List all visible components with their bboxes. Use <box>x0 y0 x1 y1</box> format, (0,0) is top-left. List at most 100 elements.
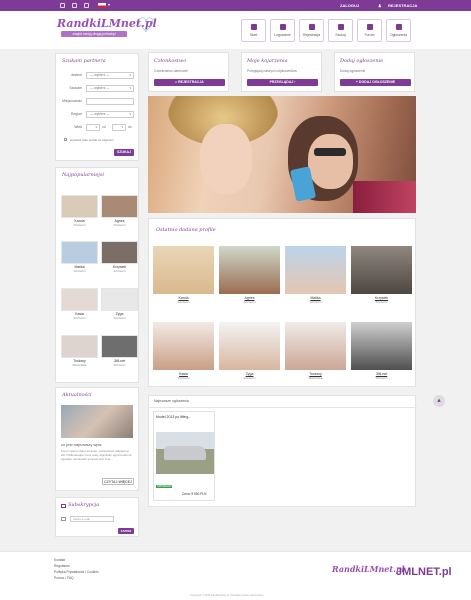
age-to-select[interactable]: ▾ <box>112 124 126 131</box>
striped-shirt <box>353 181 416 213</box>
news-image <box>61 405 133 438</box>
browse-button[interactable]: PRZEGLĄDAJ › <box>247 79 318 86</box>
twitter-icon[interactable] <box>72 3 77 8</box>
footer-link-privacy[interactable]: Polityka Prywatności i Cookies <box>54 570 99 574</box>
form-row-region: Region — wybierz — ▾ <box>62 111 134 118</box>
popular-person[interactable]: Agnes Szczecin <box>101 195 138 227</box>
newsletter-email-input[interactable]: Adres e-mail <box>70 516 114 522</box>
footer-logo[interactable]: RandkiLMnet.pl <box>332 564 405 574</box>
footer: Kontakt Regulamin Polityka Prywatności i… <box>0 551 471 600</box>
back-to-top-button[interactable]: ▴ <box>433 395 445 407</box>
popular-person[interactable]: Zyga Szczecin <box>101 288 138 320</box>
profile-card[interactable]: Zyga Szczecin <box>219 322 280 380</box>
home-icon <box>250 24 257 30</box>
matches-box: Moje kojarzenia Przeglądaj naszych użytk… <box>241 52 322 92</box>
chevron-up-icon: ▴ <box>437 397 441 404</box>
ad-card[interactable]: Model 2013 po lifting... SPRZEDAM Cena: … <box>153 411 215 501</box>
profile-photo <box>153 322 214 370</box>
person-photo <box>101 195 138 218</box>
recent-profiles-title: Ostatnio dodane profile <box>156 227 216 233</box>
person-photo <box>61 241 98 264</box>
chevron-down-icon: ▾ <box>129 73 131 77</box>
person-photo <box>61 335 98 358</box>
matches-desc: Przeglądaj naszych użytkowników <box>247 69 297 73</box>
instagram-icon[interactable] <box>84 3 89 8</box>
footer-link-kontakt[interactable]: Kontakt <box>54 558 65 562</box>
top-login-icon: ♟ <box>378 3 382 8</box>
profile-photo <box>285 246 346 294</box>
ad-title[interactable]: Model 2013 po lifting... <box>156 415 191 419</box>
nav-forum[interactable]: Forum <box>357 19 382 42</box>
envelope-icon <box>61 517 66 521</box>
region-select[interactable]: — wybierz — ▾ <box>86 111 134 118</box>
add-ad-button[interactable]: + DODAJ OGŁOSZENIE <box>340 79 411 86</box>
profile-photo <box>351 246 412 294</box>
jestem-select[interactable]: — wybierz — ▾ <box>86 72 134 79</box>
recent-profiles-panel: Ostatnio dodane profile Karola Szczecin A… <box>148 218 416 387</box>
szukam-select[interactable]: — wybierz — ▾ <box>86 85 134 92</box>
profile-card[interactable]: Kasia Szczecin <box>153 322 214 380</box>
popular-person[interactable]: Kasia Szczecin <box>61 288 98 320</box>
search-submit-button[interactable]: SZUKAJ <box>114 149 134 156</box>
divider <box>149 407 417 408</box>
add-ad-box: Dodaj ogłoszenie Dodaj ogłoszenie + DODA… <box>334 52 415 92</box>
ad-photo <box>156 432 214 474</box>
search-panel: Szukam partnera Jestem — wybierz — ▾ Szuk… <box>55 53 139 161</box>
news-body: Lorem ipsum dolor sit amet, consectetur … <box>61 449 132 461</box>
nav-szukaj[interactable]: Szukaj <box>328 19 353 42</box>
person-photo <box>101 288 138 311</box>
newsletter-panel: Subskrypcja Adres e-mail ZAPISZ <box>55 497 139 537</box>
site-logo[interactable]: RandkiLMnet.pl znajdź swoją drugą połówk… <box>57 16 157 43</box>
nav-ogloszenia[interactable]: Ogłoszenia <box>386 19 411 42</box>
chevron-down-icon: ▾ <box>129 112 131 116</box>
miejscowosc-input[interactable] <box>86 98 134 105</box>
profile-card[interactable]: Agnes Szczecin <box>219 246 280 304</box>
profile-card[interactable]: Karola Szczecin <box>153 246 214 304</box>
footer-link-regulamin[interactable]: Regulamin <box>54 564 70 568</box>
popular-person[interactable]: Krzysiek Szczecin <box>101 241 138 273</box>
news-panel-title: Aktualności <box>62 392 92 398</box>
register-button[interactable]: ⌕ REJESTRACJA <box>154 79 225 86</box>
age-from-select[interactable]: ▾ <box>86 124 100 131</box>
profile-card[interactable]: Tosiowy Warszawa <box>285 322 346 380</box>
profile-card[interactable]: Krzysiek Szczecin <box>351 246 412 304</box>
profile-card[interactable]: Malika Szczecin <box>285 246 346 304</box>
popular-person[interactable]: Tosiowy Warszawa <box>61 335 98 367</box>
ad-badge: SPRZEDAM <box>156 485 173 488</box>
facebook-icon[interactable] <box>60 3 65 8</box>
profile-photo <box>219 246 280 294</box>
woman-face <box>308 134 353 189</box>
logo-tagline: znajdź swoją drugą połówkę! <box>61 31 127 37</box>
popular-person[interactable]: Karola Szczecin <box>61 195 98 227</box>
nav-start[interactable]: Start <box>241 19 266 42</box>
popular-person[interactable]: Malika Szczecin <box>61 241 98 273</box>
news-panel: Aktualności co jest najnowszy wpis Lorem… <box>55 387 139 491</box>
popular-panel: Najpopularniejsi Karola Szczecin Agnes Szc… <box>55 167 139 383</box>
photo-only-checkbox[interactable] <box>64 138 67 141</box>
top-login-link[interactable]: ZALOGUJ <box>340 3 359 8</box>
polish-flag-icon[interactable] <box>98 3 106 8</box>
top-bar: ▾ ZALOGUJ ♟ REJESTRACJA <box>0 0 471 11</box>
user-icon <box>279 24 286 30</box>
chevron-down-icon: ▾ <box>129 86 131 90</box>
read-more-button[interactable]: CZYTAJ WIĘCEJ <box>102 478 134 485</box>
popular-panel-title: Najpopularniejsi <box>62 172 105 178</box>
site-header: RandkiLMnet.pl znajdź swoją drugą połówk… <box>0 11 471 49</box>
top-register-link[interactable]: REJESTRACJA <box>388 3 417 8</box>
profile-card[interactable]: JMLnet Szczecin <box>351 322 412 380</box>
nav-rejestracja[interactable]: Rejestracja <box>299 19 324 42</box>
user-plus-icon <box>308 24 315 30</box>
newsletter-submit-button[interactable]: ZAPISZ <box>118 528 134 534</box>
car-shape <box>164 446 206 460</box>
footer-link-faq[interactable]: Pomoc / FAQ <box>54 576 74 580</box>
partner-logo[interactable]: JMLNET.pl <box>396 566 452 578</box>
language-caret-icon[interactable]: ▾ <box>108 2 110 7</box>
profile-photo <box>351 322 412 370</box>
news-headline[interactable]: co jest najnowszy wpis <box>61 442 101 447</box>
form-row-jestem: Jestem — wybierz — ▾ <box>62 72 134 79</box>
add-ad-desc: Dodaj ogłoszenie <box>340 69 366 73</box>
popular-person[interactable]: JMLnet Szczecin <box>101 335 138 367</box>
profile-photo <box>219 322 280 370</box>
envelope-icon <box>61 504 66 508</box>
nav-logowanie[interactable]: Logowanie <box>270 19 295 42</box>
